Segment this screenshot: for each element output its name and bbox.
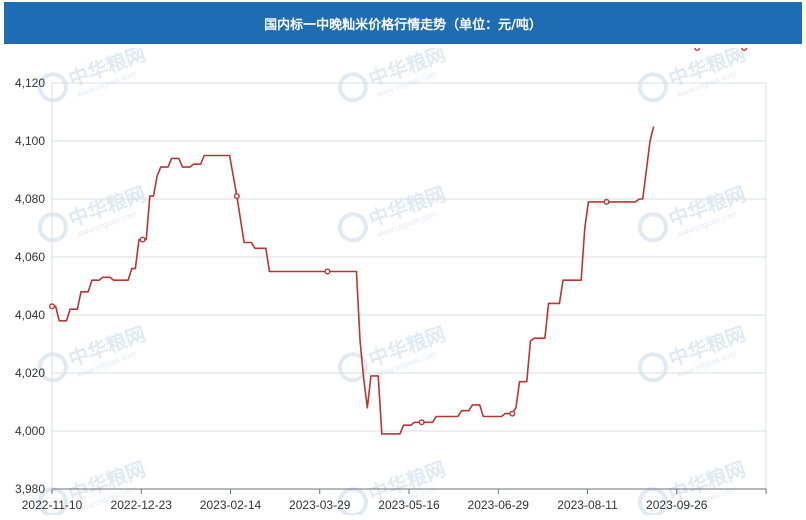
watermark-logo-icon bbox=[637, 212, 668, 243]
y-tick-label: 4,120 bbox=[15, 76, 45, 90]
y-tick-label: 4,060 bbox=[15, 250, 45, 264]
x-tick-label: 2023-05-16 bbox=[378, 498, 440, 512]
watermark: 中华粮网www.cngrain.com bbox=[637, 42, 749, 103]
grid-lines bbox=[51, 82, 767, 489]
x-tick-label: 2023-09-26 bbox=[646, 498, 708, 512]
data-point-marker bbox=[324, 268, 331, 275]
data-point-marker bbox=[49, 303, 56, 310]
watermark: 中华粮网www.cngrain.com bbox=[337, 182, 449, 243]
watermark: 中华粮网www.cngrain.com bbox=[37, 42, 149, 103]
watermark: 中华粮网www.cngrain.com bbox=[37, 322, 149, 383]
y-tick-label: 4,020 bbox=[15, 366, 45, 380]
y-tick-label: 4,000 bbox=[15, 424, 45, 438]
price-series-line bbox=[52, 126, 655, 435]
watermark: 中华粮网www.cngrain.com bbox=[37, 182, 149, 243]
data-point-marker bbox=[603, 198, 610, 205]
data-point-marker bbox=[233, 193, 240, 200]
x-tick-label: 2022-12-23 bbox=[111, 498, 173, 512]
x-tick-label: 2023-02-14 bbox=[200, 498, 262, 512]
y-axis: 3,980 4,000 4,020 4,040 4,060 4,080 4,100 4,120 bbox=[15, 76, 45, 496]
watermark-logo-icon bbox=[337, 72, 368, 103]
watermark: 中华粮网www.cngrain.com bbox=[337, 42, 449, 103]
watermarks: 中华粮网www.cngrain.com 中华粮网www.cngrain.com 中华… bbox=[37, 42, 749, 518]
data-point-marker bbox=[741, 45, 748, 51]
chart-area: 中华粮网 www.cngrain.com 中华粮网 www.cngrain.com 中华… bbox=[0, 42, 806, 518]
y-tick-label: 3,980 bbox=[15, 482, 45, 496]
y-tick-label: 4,040 bbox=[15, 308, 45, 322]
x-tick-label: 2022-11-10 bbox=[22, 498, 83, 512]
price-line-chart: 中华粮网www.cngrain.com 中华粮网www.cngrain.com 中华… bbox=[15, 42, 767, 518]
data-point-marker bbox=[418, 419, 425, 426]
data-point-marker bbox=[509, 410, 516, 417]
watermark-logo-icon bbox=[337, 352, 368, 383]
watermark-logo-icon bbox=[37, 212, 68, 243]
data-point-marker bbox=[694, 45, 701, 51]
x-tick-label: 2023-08-11 bbox=[557, 498, 618, 512]
data-point-marker bbox=[139, 236, 146, 243]
watermark: 中华粮网www.cngrain.com bbox=[337, 322, 449, 383]
watermark-logo-icon bbox=[637, 352, 668, 383]
y-tick-label: 4,100 bbox=[15, 134, 45, 148]
watermark-logo-icon bbox=[337, 212, 368, 243]
chart-title: 国内标一中晚籼米价格行情走势（单位：元/吨） bbox=[4, 2, 802, 44]
x-tick-label: 2023-03-29 bbox=[289, 498, 351, 512]
watermark-logo-icon bbox=[637, 72, 668, 103]
watermark: 中华粮网www.cngrain.com bbox=[637, 182, 749, 243]
y-tick-label: 4,080 bbox=[15, 192, 45, 206]
watermark: 中华粮网www.cngrain.com bbox=[637, 322, 749, 383]
x-tick-label: 2023-06-29 bbox=[468, 498, 530, 512]
